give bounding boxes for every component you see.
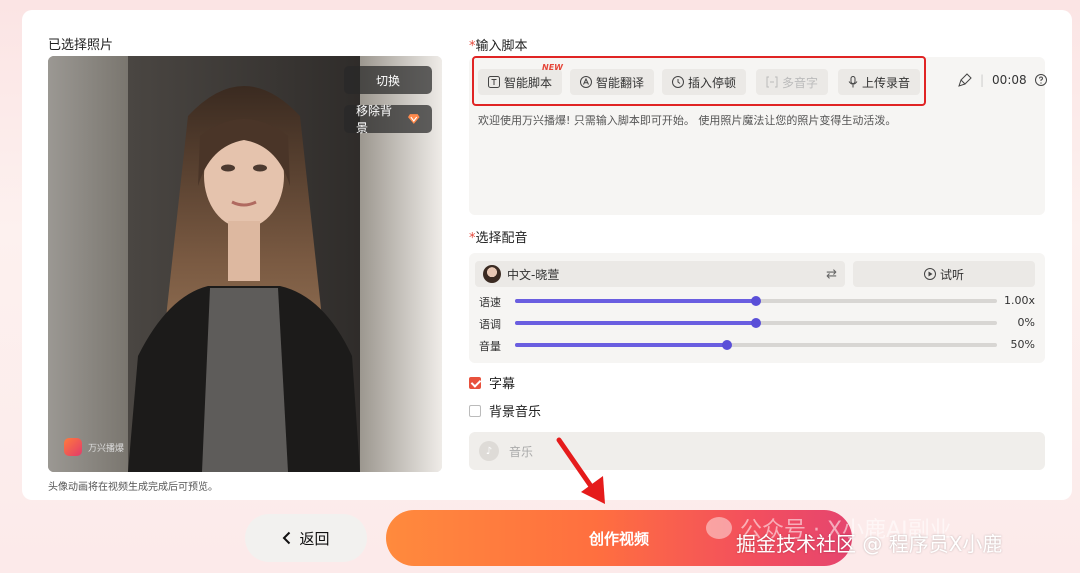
- microphone-icon: [848, 76, 858, 88]
- photo-section-title: 已选择照片: [48, 38, 114, 53]
- speed-slider-handle[interactable]: [751, 296, 761, 306]
- voice-avatar: [483, 265, 501, 283]
- insert-pause-label: 插入停顿: [688, 75, 737, 90]
- clear-brush-icon[interactable]: [958, 73, 972, 87]
- preview-hint: 头像动画将在视频生成完成后可预览。: [48, 482, 218, 493]
- polyphonic-button[interactable]: 多音字: [756, 69, 829, 95]
- volume-slider[interactable]: [515, 340, 997, 350]
- help-icon[interactable]: [1034, 74, 1047, 86]
- text-box-icon: [488, 76, 500, 88]
- speed-label: 语速: [479, 296, 501, 309]
- back-button[interactable]: 返回: [245, 514, 367, 562]
- bgm-checkbox[interactable]: [469, 404, 481, 417]
- clock-icon: [672, 76, 684, 88]
- polyphonic-icon: [766, 76, 778, 88]
- pitch-slider[interactable]: [515, 318, 997, 328]
- smart-translate-button[interactable]: 智能翻译: [570, 69, 655, 95]
- script-text[interactable]: 欢迎使用万兴播爆! 只需输入脚本即可开始。 使用照片魔法让您的照片变得生动活泼。: [478, 112, 896, 128]
- upload-audio-label: 上传录音: [862, 75, 911, 90]
- script-timer: | 00:08: [958, 73, 1047, 87]
- voice-section-title: 选择配音: [469, 227, 528, 246]
- bgm-option[interactable]: 背景音乐: [469, 401, 541, 420]
- preview-voice-button[interactable]: 试听: [853, 261, 1035, 287]
- preview-voice-label: 试听: [939, 267, 964, 282]
- app-logo-icon: [64, 438, 82, 456]
- play-icon: [923, 268, 936, 280]
- wechat-icon: [706, 517, 732, 539]
- script-section-title: 输入脚本: [469, 35, 528, 54]
- juejin-watermark: 掘金技术社区 @ 程序员X小鹿: [736, 532, 1003, 556]
- selected-photo: 切换 移除背景 万兴播爆: [48, 56, 442, 472]
- translate-icon: [580, 76, 592, 88]
- swap-icon[interactable]: ⇄: [826, 267, 837, 282]
- subtitle-label: 字幕: [489, 377, 516, 392]
- create-video-label: 创作视频: [588, 529, 649, 548]
- photo-bg-left: [48, 56, 128, 472]
- upload-audio-button[interactable]: 上传录音: [838, 69, 921, 95]
- music-placeholder: 音乐: [509, 444, 534, 459]
- voice-selector[interactable]: 中文-晓萱 ⇄: [475, 261, 845, 287]
- volume-value: 50%: [1010, 338, 1035, 351]
- polyphonic-label: 多音字: [782, 75, 819, 90]
- volume-slider-fill: [515, 343, 728, 347]
- pitch-value: 0%: [1017, 316, 1035, 329]
- timer-divider: |: [980, 73, 985, 87]
- subtitle-option[interactable]: 字幕: [469, 373, 515, 392]
- pitch-label: 语调: [479, 318, 501, 331]
- back-label: 返回: [299, 529, 330, 548]
- pitch-slider-fill: [515, 321, 756, 325]
- app-watermark-text: 万兴播爆: [88, 443, 125, 454]
- app-watermark: 万兴播爆: [64, 438, 124, 456]
- speed-slider-fill: [515, 299, 756, 303]
- insert-pause-button[interactable]: 插入停顿: [662, 69, 747, 95]
- bgm-label: 背景音乐: [489, 405, 542, 420]
- pitch-slider-handle[interactable]: [751, 318, 761, 328]
- remove-background-label: 移除背景: [356, 104, 393, 135]
- remove-background-button[interactable]: 移除背景: [344, 104, 432, 135]
- music-disc-icon: ♪: [479, 441, 499, 461]
- switch-photo-label: 切换: [375, 73, 400, 88]
- voice-name: 中文-晓萱: [507, 267, 560, 282]
- smart-script-button[interactable]: 智能脚本: [478, 69, 563, 95]
- speed-slider[interactable]: [515, 296, 997, 306]
- script-duration: 00:08: [992, 73, 1027, 87]
- portrait-image: [128, 56, 360, 472]
- speed-value: 1.00x: [1003, 294, 1035, 307]
- diamond-icon: [408, 114, 420, 124]
- new-badge: NEW: [542, 63, 563, 72]
- volume-label: 音量: [479, 340, 501, 353]
- annotation-arrow-icon: [556, 437, 605, 504]
- subtitle-checkbox[interactable]: [469, 376, 481, 389]
- smart-script-label: 智能脚本: [504, 75, 553, 90]
- smart-translate-label: 智能翻译: [596, 75, 645, 90]
- switch-photo-button[interactable]: 切换: [344, 66, 432, 94]
- chevron-left-icon: [283, 531, 291, 545]
